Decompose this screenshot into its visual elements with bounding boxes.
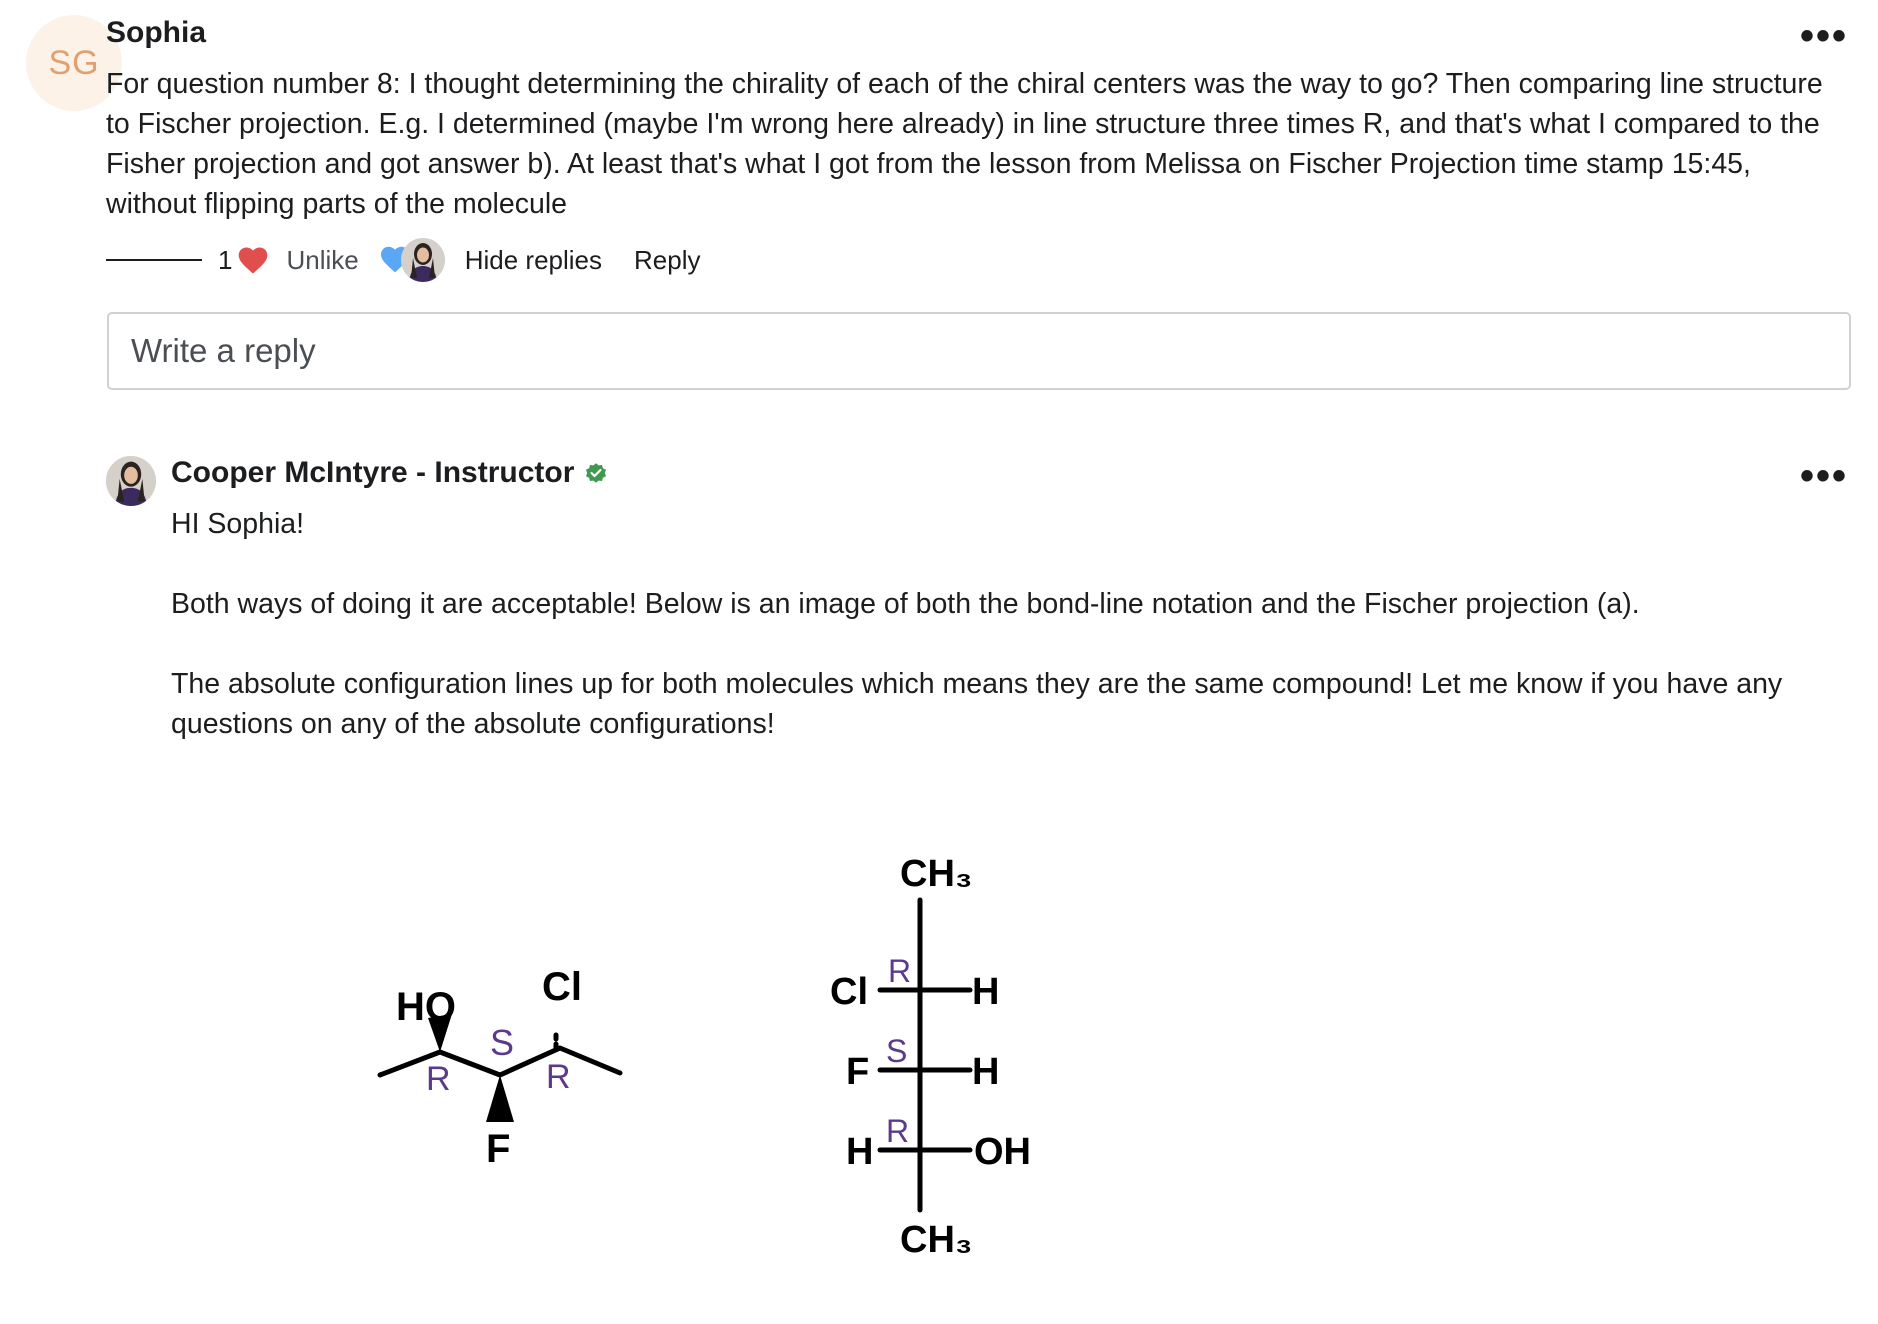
fischer-bottom: CH₃ [900,1219,972,1261]
fischer-right: H [972,971,999,1013]
reply-paragraph: The absolute configuration lines up for … [171,668,1783,740]
reply-author[interactable]: Cooper McIntyre - Instructor [171,456,608,490]
more-options-button[interactable]: ••• [1800,16,1848,56]
config-label: R [426,1060,451,1098]
more-options-button[interactable]: ••• [1800,456,1848,496]
config-label: R [886,1113,909,1149]
reactions[interactable] [379,238,449,282]
reply-paragraph: Both ways of doing it are acceptable! Be… [171,588,1640,620]
reply-input[interactable]: Write a reply [107,312,1851,390]
reply-body: HI Sophia! Both ways of doing it are acc… [171,504,1851,784]
config-label: S [490,1022,514,1063]
config-label: R [546,1058,571,1096]
fischer-top: CH₃ [900,853,972,895]
comment-author[interactable]: Sophia [106,16,206,50]
thread-line [106,259,202,261]
atom-label: HO [396,985,456,1029]
fischer-right: H [972,1051,999,1093]
comment-text: For question number 8: I thought determi… [106,68,1823,220]
fischer-left: F [846,1051,869,1093]
reply-author-name[interactable]: Cooper McIntyre - Instructor [171,456,574,490]
config-label: S [886,1033,907,1069]
wedge-bond [486,1075,514,1122]
instructor-avatar[interactable] [106,456,156,506]
atom-label: F [486,1127,510,1171]
config-label: R [888,953,911,989]
hide-replies-button[interactable]: Hide replies [465,245,602,276]
comment-actions: 1 Unlike Hide replies Reply [106,238,733,282]
structure-image: HO Cl F R S R CH₃ CH₃ Cl H R F H S H OH … [360,840,1060,1280]
atom-label: Cl [542,965,582,1009]
verified-icon [584,461,608,485]
heart-icon[interactable] [236,245,270,275]
fischer-left: H [846,1131,873,1173]
fischer-left: Cl [830,971,868,1013]
like-count: 1 [218,244,233,275]
reply-button[interactable]: Reply [634,245,700,276]
fischer-right: OH [974,1131,1031,1173]
unlike-button[interactable]: Unlike [286,245,358,276]
reply-greeting: HI Sophia! [171,508,305,540]
reactor-avatar [400,238,445,282]
